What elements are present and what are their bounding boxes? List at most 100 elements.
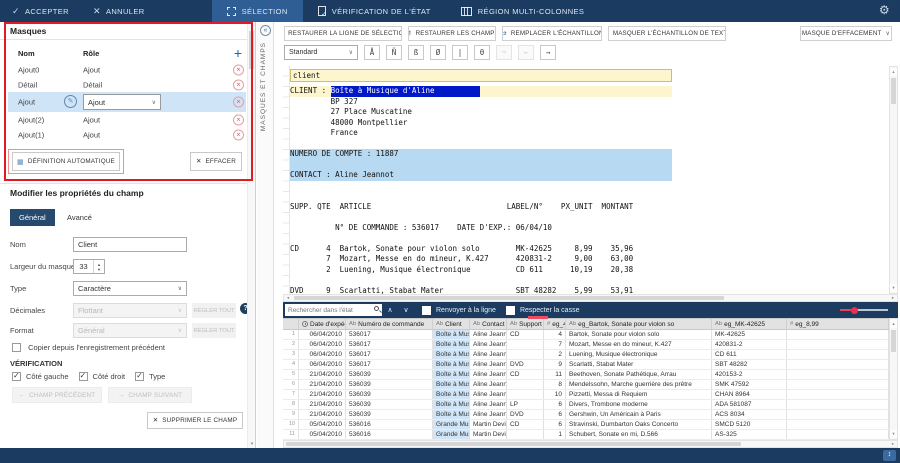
mask-row[interactable]: Ajout0Ajout✕ (8, 62, 246, 77)
scrollbar-thumb[interactable] (249, 31, 254, 69)
table-row[interactable]: 206/04/2010536017Boîte à Musiq...Aline J… (283, 340, 889, 350)
stepper-arrows-icon[interactable]: ▲▼ (93, 260, 104, 273)
alpha-trap-button[interactable]: Å (364, 45, 380, 60)
table-row[interactable]: 821/04/2010536039Boîte à Musiq...Aline J… (283, 400, 889, 410)
verification-checkbox[interactable] (135, 372, 144, 381)
report-line[interactable] (290, 233, 672, 244)
tab-selection[interactable]: SÉLECTION (212, 0, 303, 22)
column-header-1[interactable]: Date d'expédition (299, 319, 346, 329)
edit-mask-icon[interactable]: ✎ (64, 95, 77, 108)
scroll-up-icon[interactable]: ▴ (890, 320, 897, 328)
scroll-right-icon[interactable]: ▸ (889, 441, 897, 447)
delete-mask-icon[interactable]: ✕ (233, 97, 244, 108)
tab-multicolonnes[interactable]: RÉGION MULTI-COLONNES (446, 0, 600, 22)
scroll-up-icon[interactable]: ▴ (248, 23, 256, 29)
delete-mask-icon[interactable]: ✕ (233, 64, 244, 75)
zoom-slider-handle[interactable] (851, 307, 858, 314)
mask-width-input[interactable] (74, 260, 93, 273)
report-line[interactable] (290, 191, 672, 202)
table-row[interactable]: 1005/04/2010536016Grande Musi...Martin D… (283, 420, 889, 430)
report-line[interactable] (290, 139, 672, 150)
delete-mask-icon[interactable]: ✕ (233, 114, 244, 125)
table-row[interactable]: 721/04/2010536039Boîte à Musiq...Aline J… (283, 390, 889, 400)
font-style-select[interactable]: Standard ∨ (284, 45, 358, 60)
scroll-down-icon[interactable]: ▾ (890, 430, 897, 438)
match-case-checkbox[interactable] (506, 306, 515, 315)
copy-previous-checkbox-row[interactable]: Copier depuis l'enregistrement précédent (12, 343, 165, 352)
report-vertical-scrollbar[interactable]: ▴ ▾ (889, 66, 898, 294)
report-line[interactable]: CONTACT : Aline Jeannot (290, 170, 672, 181)
verification-checkbox[interactable] (12, 372, 21, 381)
delete-mask-icon[interactable]: ✕ (233, 129, 244, 140)
mask-width-stepper[interactable]: ▲▼ (73, 259, 105, 274)
scroll-right-icon[interactable]: ▸ (889, 295, 897, 301)
scrollbar-thumb[interactable] (286, 442, 741, 446)
table-row[interactable]: 106/04/2010536017Boîte à Musiq...Aline J… (283, 330, 889, 340)
report-line[interactable]: NUMERO DE COMPTE : 11887 (290, 149, 672, 160)
table-row[interactable]: 921/04/2010536039Boîte à Musiq...Aline J… (283, 410, 889, 420)
scroll-down-icon[interactable]: ▾ (890, 284, 897, 292)
field-type-select[interactable]: Caractère ∨ (73, 281, 187, 296)
tab-advanced[interactable]: Avancé (58, 209, 101, 226)
report-line[interactable]: SUPP. QTE ARTICLE LABEL/N° PX_UNIT MONTA… (290, 202, 672, 213)
table-row[interactable]: 621/04/2010536039Boîte à Musiq...Aline J… (283, 380, 889, 390)
collapse-panel-icon[interactable]: « (260, 25, 271, 36)
table-row[interactable]: 306/04/2010536017Boîte à Musiq...Aline J… (283, 350, 889, 360)
tab-general[interactable]: Général (10, 209, 55, 226)
report-line[interactable]: CD 4 Bartok, Sonate pour violon solo MK-… (290, 244, 672, 255)
delete-mask-icon[interactable]: ✕ (233, 79, 244, 90)
mask-row[interactable]: DétailDétail✕ (8, 77, 246, 92)
blank-trap-button[interactable]: ß (408, 45, 424, 60)
trap-definition-line[interactable]: client (290, 69, 672, 82)
scroll-left-icon[interactable]: ◂ (284, 295, 292, 301)
search-previous-icon[interactable]: ∧ (382, 306, 398, 314)
report-view[interactable]: client CLIENT : Boîte à Musique d'Aline … (283, 66, 898, 294)
masque-d-effacement-button[interactable]: MASQUE D'EFFACEMENT∨ (800, 26, 892, 41)
scroll-up-icon[interactable]: ▴ (890, 68, 897, 76)
fit-height-icon[interactable]: ↕ (883, 450, 896, 461)
nonblank-trap-button[interactable]: Ø (430, 45, 446, 60)
report-line[interactable] (290, 181, 672, 192)
precise-trap-button[interactable]: | (452, 45, 468, 60)
report-line[interactable]: France (290, 128, 672, 139)
report-line[interactable]: 48000 Montpellier (290, 118, 672, 129)
report-line[interactable] (290, 275, 672, 286)
report-line[interactable] (290, 212, 672, 223)
report-line[interactable]: 27 Place Muscatine (290, 107, 672, 118)
tab-verification[interactable]: VÉRIFICATION DE L'ÉTAT (303, 0, 446, 22)
numeric-trap-button[interactable]: Ñ (386, 45, 402, 60)
wrap-line-checkbox[interactable] (422, 306, 431, 315)
panel-scrollbar[interactable]: ▴ ▾ (247, 22, 255, 448)
column-header-9[interactable]: #eg_8,99 (787, 319, 889, 329)
report-line[interactable]: 7 Mozart, Messe en do mineur, K.427 4208… (290, 254, 672, 265)
copy-previous-checkbox[interactable] (12, 343, 21, 352)
report-line[interactable]: CLIENT : Boîte à Musique d'Aline (290, 86, 672, 97)
column-header-2[interactable]: AbNuméro de commande (346, 319, 433, 329)
report-line[interactable]: BP 327 (290, 97, 672, 108)
scrollbar-thumb[interactable] (891, 78, 896, 104)
field-name-input[interactable] (78, 240, 182, 249)
column-header-5[interactable]: AbSupport (507, 319, 544, 329)
scrollbar-thumb[interactable] (891, 330, 896, 352)
cancel-button[interactable]: ✕ ANNULER (81, 0, 157, 22)
report-horizontal-scrollbar[interactable]: ◂ ▸ (283, 294, 898, 302)
scrollbar-thumb[interactable] (294, 296, 724, 300)
clear-button[interactable]: ✕ EFFACER (190, 152, 242, 171)
report-line[interactable] (290, 160, 672, 171)
mask-role-select[interactable]: Ajout∨ (83, 94, 161, 110)
search-next-icon[interactable]: ∨ (398, 306, 414, 314)
column-header-3[interactable]: AbClient (433, 319, 470, 329)
table-horizontal-scrollbar[interactable]: ▸ (283, 440, 898, 448)
column-header-4[interactable]: AbContact (470, 319, 507, 329)
exclusion-trap-button[interactable]: θ (474, 45, 490, 60)
column-header-7[interactable]: Abeg_Bartok, Sonate pour violon so (566, 319, 712, 329)
mask-row[interactable]: Ajout(1)Ajout✕ (8, 127, 246, 142)
search-input[interactable] (285, 304, 382, 316)
column-header-6[interactable]: #eg_4 (544, 319, 566, 329)
accept-button[interactable]: ✓ ACCEPTER (0, 0, 81, 22)
mask-row[interactable]: Ajout(2)Ajout✕ (8, 112, 246, 127)
auto-define-button[interactable]: ▦ DÉFINITION AUTOMATIQUE (12, 152, 120, 171)
mask-row[interactable]: Ajout✎Ajout∨✕ (8, 92, 246, 112)
scroll-down-icon[interactable]: ▾ (248, 441, 256, 447)
add-mask-icon[interactable]: + (234, 45, 242, 61)
